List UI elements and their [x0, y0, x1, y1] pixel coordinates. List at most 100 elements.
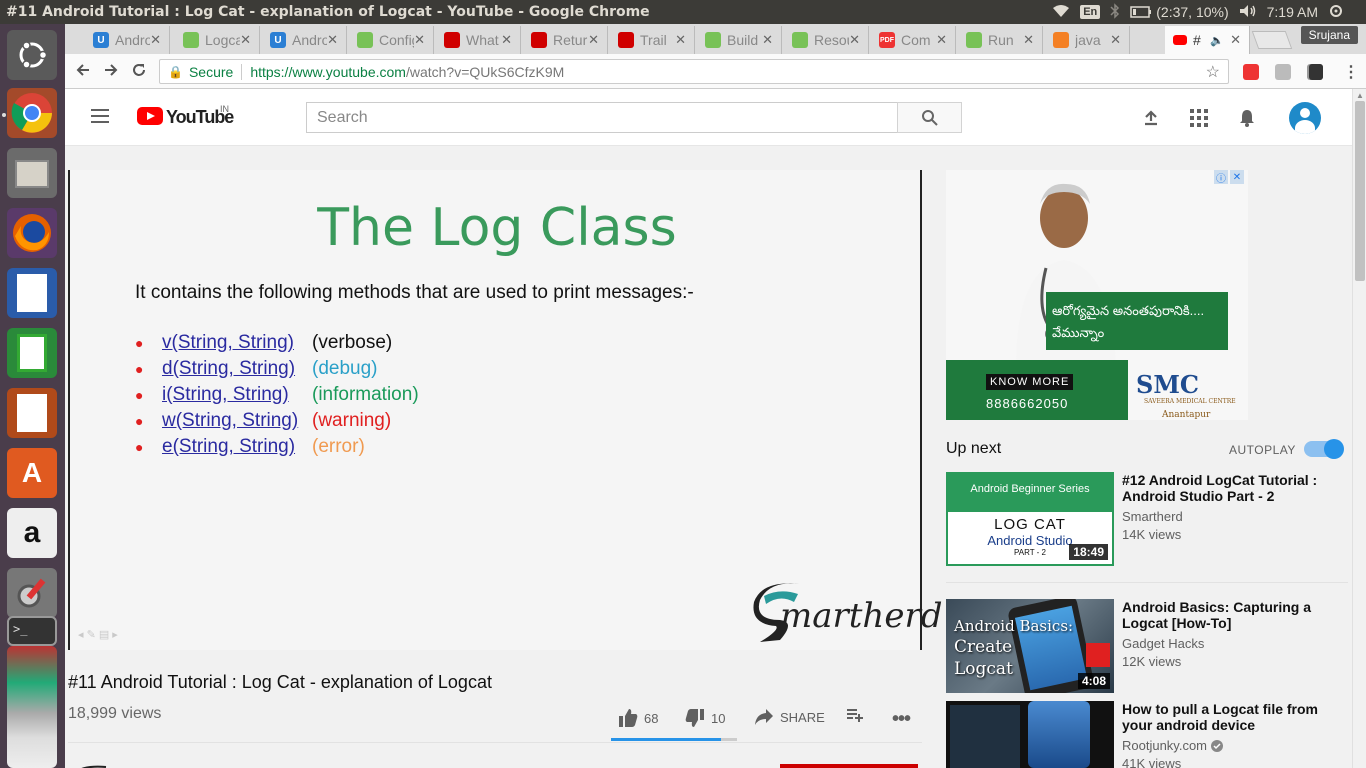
launcher-stack-icon[interactable]	[7, 646, 57, 768]
impress-icon[interactable]	[7, 388, 57, 438]
apps-grid-icon[interactable]	[1189, 108, 1209, 128]
sidebar-ad[interactable]: ⓘ ✕ ఆరోగ్యమైన అనంతపురానికి.... వేమున్నాం…	[946, 170, 1248, 420]
recommended-video-title[interactable]: #12 Android LogCat Tutorial : Android St…	[1122, 472, 1322, 504]
ubuntu-icon[interactable]	[7, 30, 57, 80]
new-tab-button[interactable]	[1251, 31, 1293, 49]
incognito-icon[interactable]	[1309, 64, 1323, 80]
avatar[interactable]	[1289, 102, 1321, 134]
recommended-video-title[interactable]: Android Basics: Capturing a Logcat [How-…	[1122, 599, 1322, 631]
close-tab-icon[interactable]: ✕	[1023, 32, 1034, 48]
close-tab-icon[interactable]: ✕	[327, 32, 338, 48]
channel-name[interactable]: Rootjunky.com	[1122, 738, 1207, 753]
channel-name[interactable]: Smartherd	[1122, 509, 1183, 524]
settings-icon[interactable]	[7, 568, 57, 618]
close-tab-icon[interactable]: ✕	[849, 32, 860, 48]
extension-android-icon[interactable]	[1275, 64, 1291, 80]
subscribe-button[interactable]	[780, 764, 918, 768]
tab[interactable]: Run ✕	[958, 26, 1043, 54]
hamburger-menu-icon[interactable]	[91, 109, 109, 123]
reload-button[interactable]	[131, 62, 147, 83]
bullet-dot-icon: ●	[135, 413, 144, 429]
tab[interactable]: Trail ✕	[610, 26, 695, 54]
search-input[interactable]: Search	[306, 102, 898, 133]
video-player[interactable]: The Log Class It contains the following …	[68, 170, 942, 650]
tab[interactable]: What ✕	[436, 26, 521, 54]
recommended-video[interactable]: How to pull a Logcat file from your andr…	[946, 701, 1346, 768]
bookmark-star-icon[interactable]: ☆	[1206, 62, 1220, 82]
page-scrollbar[interactable]: ▲	[1352, 89, 1366, 768]
software-center-icon[interactable]: A	[7, 448, 57, 498]
calc-icon[interactable]	[7, 328, 57, 378]
chrome-icon[interactable]	[7, 88, 57, 138]
tab[interactable]: U Android✕	[85, 26, 170, 54]
tab[interactable]: Logcat✕	[175, 26, 260, 54]
autoplay-toggle[interactable]	[1304, 439, 1344, 459]
lock-icon[interactable]: 🔒	[168, 65, 183, 79]
close-tab-icon[interactable]: ✕	[501, 32, 512, 48]
terminal-icon[interactable]: >_	[7, 616, 57, 646]
add-to-playlist-button[interactable]	[846, 708, 864, 722]
files-icon[interactable]	[7, 148, 57, 198]
playlist-add-icon	[847, 709, 863, 722]
tab-active-youtube[interactable]: # 🔈 ✕	[1165, 26, 1250, 54]
dislike-button[interactable]: 10	[685, 708, 725, 728]
tab[interactable]: Return✕	[523, 26, 608, 54]
close-tab-icon[interactable]: ✕	[414, 32, 425, 48]
address-bar[interactable]: 🔒 Secure https://www.youtube.com/watch?v…	[159, 59, 1229, 84]
close-tab-icon[interactable]: ✕	[1110, 32, 1121, 48]
chrome-menu-icon[interactable]: ⋮	[1343, 62, 1359, 82]
writer-icon[interactable]	[7, 268, 57, 318]
close-tab-icon[interactable]: ✕	[240, 32, 251, 48]
scrollbar-thumb[interactable]	[1355, 101, 1365, 281]
recommended-video[interactable]: Android Beginner Series LOG CAT Android …	[946, 472, 1346, 566]
method-desc: (information)	[312, 384, 419, 405]
bluetooth-icon[interactable]	[1110, 2, 1120, 22]
notifications-bell-icon[interactable]	[1237, 108, 1257, 128]
close-tab-icon[interactable]: ✕	[762, 32, 773, 48]
ad-info-icon[interactable]: ⓘ	[1214, 170, 1228, 185]
tab[interactable]: U Android✕	[262, 26, 347, 54]
method-desc: (debug)	[312, 358, 378, 379]
tab[interactable]: java ✕	[1045, 26, 1130, 54]
profile-button[interactable]: Srujana	[1300, 26, 1358, 44]
upload-icon[interactable]	[1141, 108, 1161, 128]
channel-avatar[interactable]	[70, 760, 130, 768]
battery-status[interactable]: (2:37, 10%)	[1130, 4, 1229, 20]
close-tab-icon[interactable]: ✕	[588, 32, 599, 48]
close-tab-icon[interactable]: ✕	[936, 32, 947, 48]
tab[interactable]: PDF Com ✕	[871, 26, 956, 54]
search-button[interactable]	[897, 102, 962, 133]
keyboard-language-indicator[interactable]: En	[1080, 5, 1101, 19]
video-thumbnail[interactable]	[946, 701, 1114, 768]
clock[interactable]: 7:19 AM	[1267, 4, 1318, 20]
back-button[interactable]	[75, 62, 91, 83]
channel-name[interactable]: Gadget Hacks	[1122, 636, 1204, 651]
speaker-icon[interactable]: 🔈	[1210, 34, 1224, 47]
know-more-button[interactable]: KNOW MORE	[986, 374, 1074, 390]
firefox-icon[interactable]	[7, 208, 57, 258]
volume-icon[interactable]	[1239, 4, 1257, 21]
amazon-icon[interactable]: a	[7, 508, 57, 558]
tab[interactable]: Build ✕	[697, 26, 782, 54]
wifi-icon[interactable]	[1052, 4, 1070, 21]
extension-red-icon[interactable]	[1243, 64, 1259, 80]
ad-close-icon[interactable]: ✕	[1230, 170, 1244, 184]
recommended-video[interactable]: Android Basics: Create Logcat 4:08 Andro…	[946, 599, 1346, 693]
close-tab-icon[interactable]: ✕	[675, 32, 686, 48]
more-actions-button[interactable]: •••	[892, 708, 911, 731]
recommended-video-title[interactable]: How to pull a Logcat file from your andr…	[1122, 701, 1322, 733]
forward-button[interactable]	[103, 62, 119, 83]
method-desc: (verbose)	[312, 332, 393, 353]
youtube-logo-icon[interactable]	[137, 107, 163, 125]
power-gear-icon[interactable]	[1328, 3, 1344, 22]
scroll-up-arrow-icon[interactable]: ▲	[1356, 91, 1364, 100]
close-tab-icon[interactable]: ✕	[150, 32, 161, 48]
close-tab-icon[interactable]: ✕	[1230, 32, 1241, 48]
tab[interactable]: Resources✕	[784, 26, 869, 54]
video-thumbnail[interactable]: Android Beginner Series LOG CAT Android …	[946, 472, 1114, 566]
thumbs-down-icon	[685, 709, 704, 727]
share-button[interactable]: SHARE	[754, 708, 825, 726]
tab[interactable]: Config✕	[349, 26, 434, 54]
video-thumbnail[interactable]: Android Basics: Create Logcat 4:08	[946, 599, 1114, 693]
like-button[interactable]: 68	[618, 708, 658, 728]
